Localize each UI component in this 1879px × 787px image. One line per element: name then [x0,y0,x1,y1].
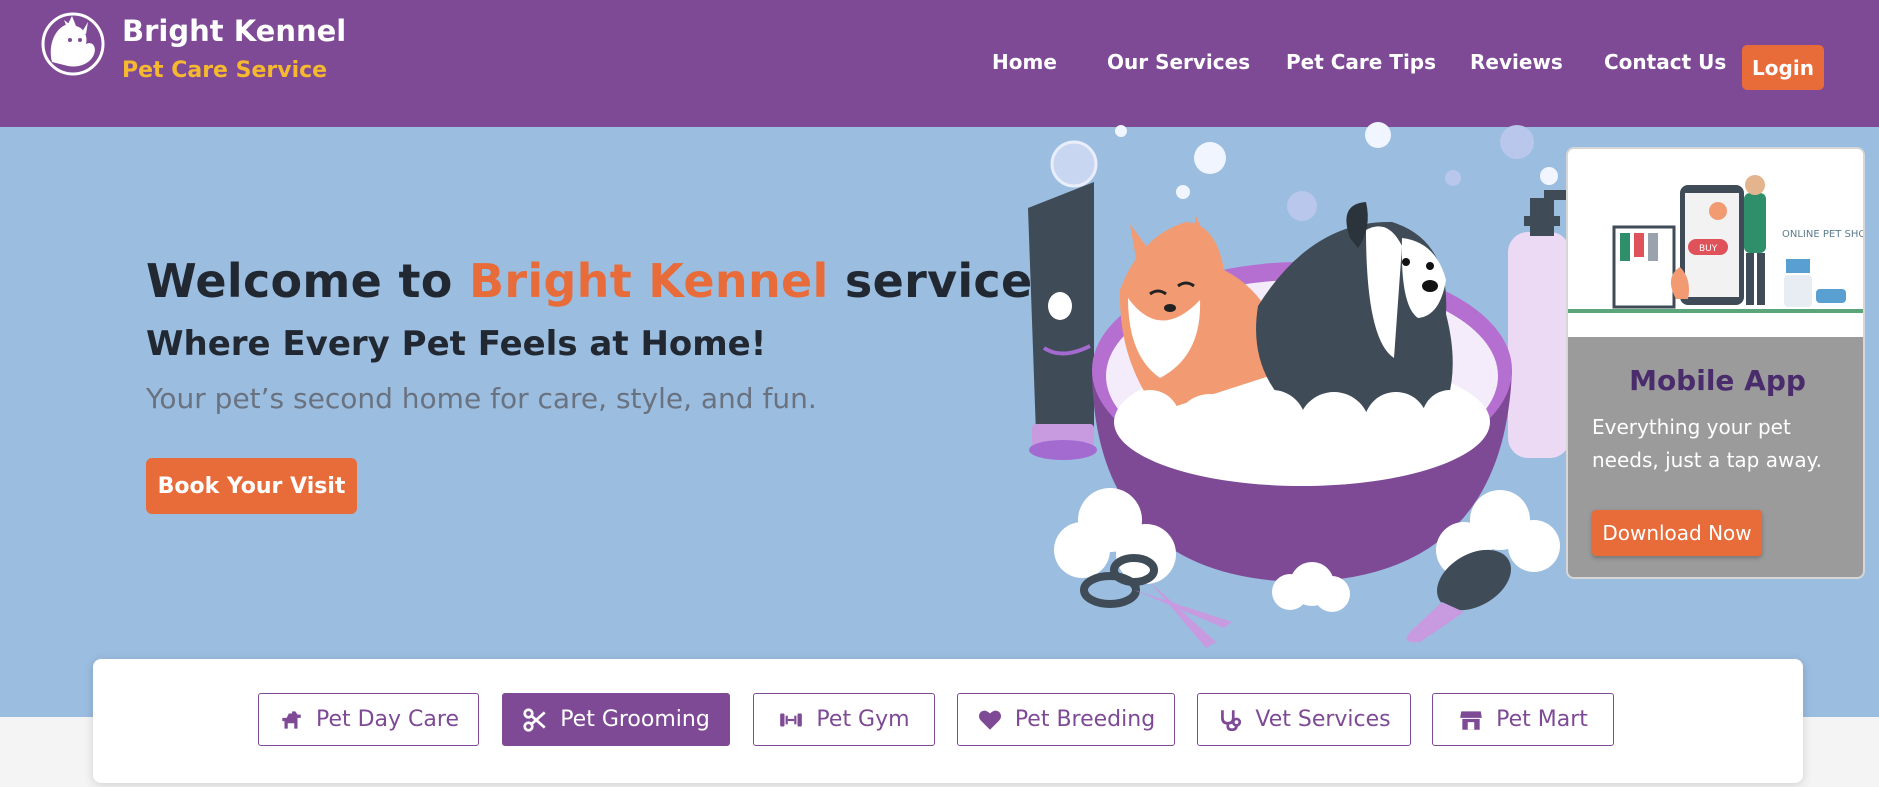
bubble-icon [1194,142,1226,174]
scissors-icon [523,707,546,732]
dumbbell-icon [780,713,803,726]
service-label: Pet Grooming [560,707,710,732]
service-pet-grooming[interactable]: Pet Grooming [502,693,730,746]
service-pet-breeding[interactable]: Pet Breeding [957,693,1175,746]
dog-cat-logo-icon[interactable] [38,10,108,76]
shampoo-tube-icon [1028,182,1097,460]
bubble-icon [1050,140,1098,188]
service-label: Pet Breeding [1014,707,1156,732]
nav-contact-us[interactable]: Contact Us [1604,50,1726,74]
service-pet-gym[interactable]: Pet Gym [753,693,935,746]
nav-home[interactable]: Home [992,50,1057,74]
store-icon [1460,710,1482,730]
service-label: Pet Gym [816,707,910,732]
app-card-description: Everything your pet needs, just a tap aw… [1592,415,1822,472]
login-button[interactable]: Login [1742,45,1824,90]
bubble-icon [1445,170,1461,186]
download-now-button[interactable]: Download Now [1592,510,1762,556]
buy-label: BUY [1699,244,1718,254]
dog-grooming-bath-illustration [1028,122,1570,648]
nav-reviews[interactable]: Reviews [1470,50,1563,74]
hero-heading-prefix: Welcome to [146,254,469,308]
bubble-icon [1176,185,1190,199]
service-pet-mart[interactable]: Pet Mart [1432,693,1614,746]
stethoscope-icon [1221,709,1242,731]
bubble-icon [1365,122,1391,148]
service-label: Vet Services [1255,707,1391,732]
services-bar: Pet Day Care Pet Grooming Pet Gym Pet Br… [93,659,1803,783]
service-label: Pet Mart [1496,707,1588,732]
book-visit-button[interactable]: Book Your Visit [146,458,357,514]
heart-icon [978,710,1001,730]
mobile-app-card: BUY ONLINE PET SHOP Mobile App Everythin… [1566,147,1865,579]
shampoo-bottle-icon [1508,190,1570,458]
site-header: Bright Kennel Pet Care Service Home Our … [0,0,1879,127]
online-pet-shop-illustration: BUY ONLINE PET SHOP [1568,149,1865,337]
service-pet-day-care[interactable]: Pet Day Care [258,693,479,746]
nav-pet-care-tips[interactable]: Pet Care Tips [1286,50,1436,74]
bubble-icon [1115,125,1127,137]
service-vet-services[interactable]: Vet Services [1197,693,1411,746]
hero-heading-accent: Bright Kennel [469,254,829,308]
app-card-title: Mobile App [1629,364,1806,397]
hero-tagline: Your pet’s second home for care, style, … [146,382,817,415]
dog-icon [282,710,301,729]
brand-subtitle: Pet Care Service [122,58,328,83]
service-label: Pet Day Care [315,707,459,732]
online-pet-shop-label: ONLINE PET SHOP [1782,229,1865,240]
bubble-icon [1500,125,1534,159]
nav-our-services[interactable]: Our Services [1107,50,1250,74]
bubble-icon [1540,167,1558,185]
hero-subheading: Where Every Pet Feels at Home! [146,324,767,364]
border-collie-dog-icon [1256,202,1453,422]
hero-heading: Welcome to Bright Kennel services [146,254,1060,308]
bubble-icon [1287,191,1317,221]
brand-title[interactable]: Bright Kennel [122,14,346,48]
